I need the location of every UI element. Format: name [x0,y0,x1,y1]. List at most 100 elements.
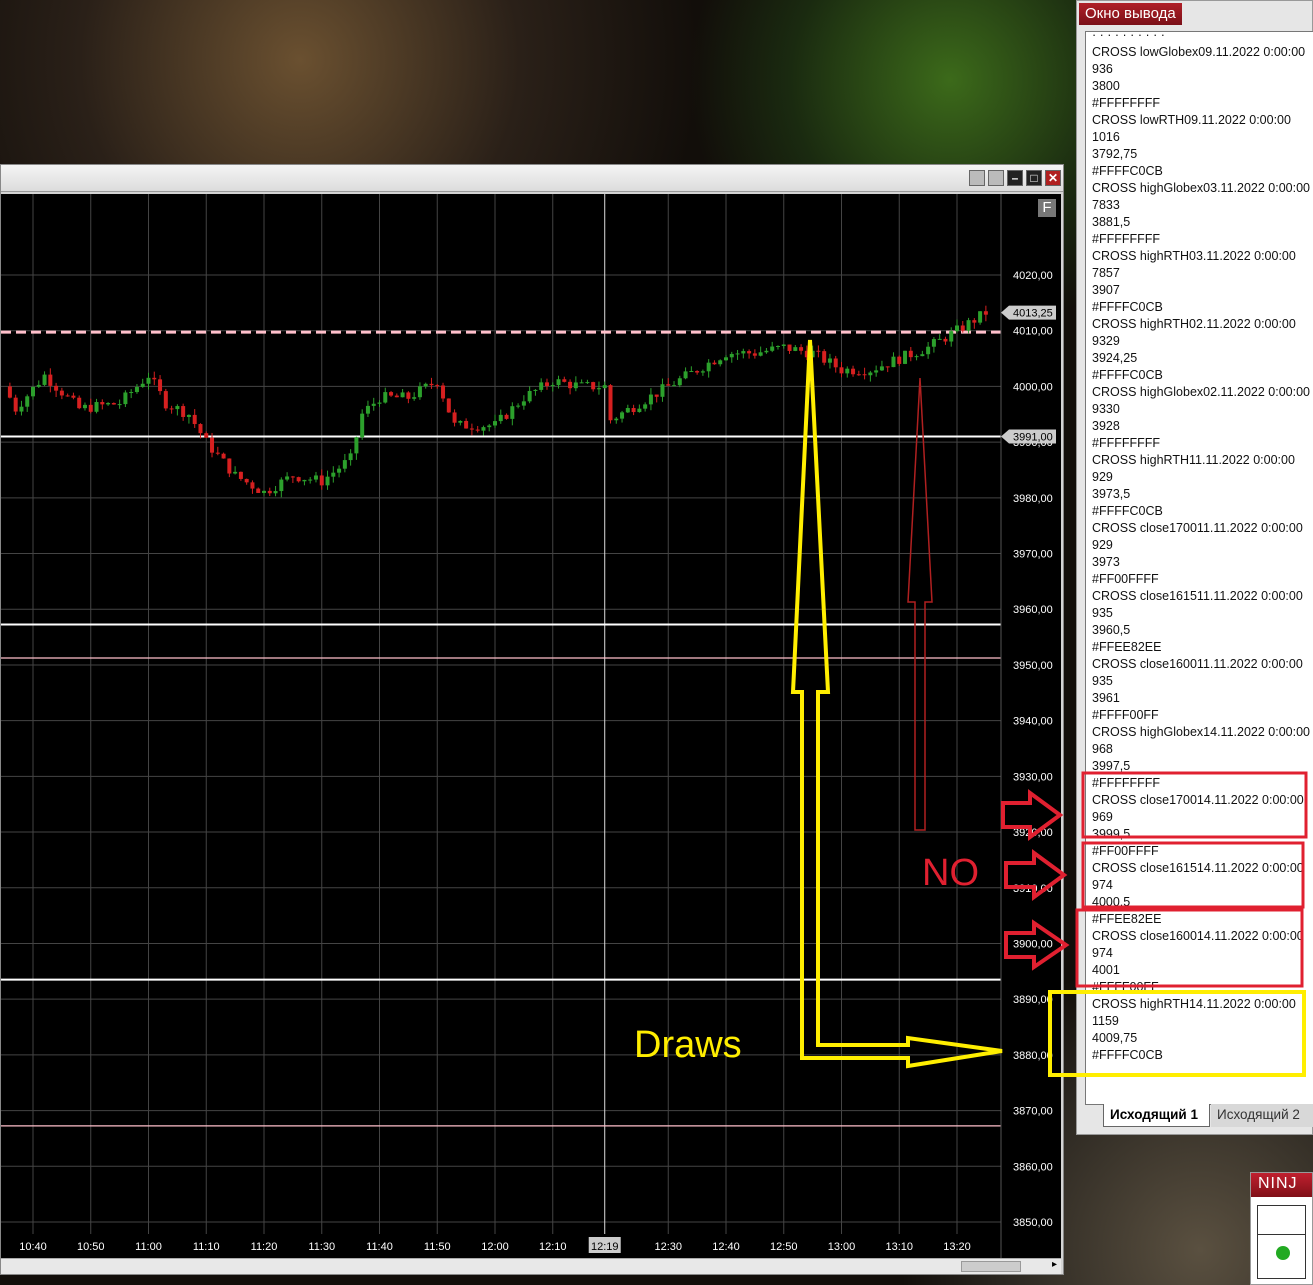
output-line: CROSS close161511.11.2022 0:00:00 [1092,589,1303,603]
chart-canvas: 4020,004010,004000,003990,003980,003970,… [1,194,1056,1258]
window-button[interactable] [969,170,985,186]
candle-body [914,356,919,358]
maximize-button[interactable]: □ [1026,170,1042,186]
candle-body [210,437,215,453]
candle-body [192,414,197,425]
output-line: 1016 [1092,130,1120,144]
candle-body [856,374,861,376]
candle-body [273,491,278,494]
candle-body [874,370,879,373]
close-button[interactable]: ✕ [1045,170,1061,186]
output-line: 936 [1092,62,1113,76]
candle-body [521,401,526,406]
candle-body [752,353,757,356]
time-tick-label: 13:00 [828,1241,856,1253]
output-line: #FFFFFFFF [1092,96,1161,110]
output-line: CROSS highRTH02.11.2022 0:00:00 [1092,317,1296,331]
candle-body [152,377,157,380]
candle-body [568,381,573,389]
price-tick-label: 3970,00 [1013,549,1053,561]
price-tick-label: 4010,00 [1013,326,1053,338]
candle-body [781,344,786,346]
time-tick-label: 11:30 [308,1241,335,1253]
scroll-right-icon[interactable]: ▸ [1052,1259,1057,1270]
candle-body [903,350,908,364]
output-line: CROSS close160014.11.2022 0:00:00 [1092,929,1304,943]
candle-body [412,397,417,399]
output-line: CROSS lowGlobex09.11.2022 0:00:00 [1092,45,1306,59]
candle-body [955,325,959,332]
candle-body [891,356,896,368]
candle-body [227,458,232,474]
candle-body [464,420,469,429]
candle-body [7,386,12,398]
output-line: 3924,25 [1092,351,1138,365]
candle-body [683,371,688,379]
chart-plot[interactable]: 4020,004010,004000,003990,003980,003970,… [1,194,1061,1258]
output-line: 9330 [1092,402,1120,416]
candle-body [475,429,480,431]
output-line: CROSS close170014.11.2022 0:00:00 [1092,793,1304,807]
candle-body [452,412,457,423]
horizontal-scrollbar[interactable]: ▸ [1,1258,1061,1274]
candle-body [972,320,977,323]
candle-body [960,325,965,331]
candle-body [747,351,752,354]
candle-body [614,418,619,421]
candle-body [59,390,64,396]
connection-status-icon [1276,1246,1290,1260]
time-tick-label: 10:40 [19,1241,47,1253]
output-line: 974 [1092,878,1113,892]
time-tick-label: 12:50 [770,1241,798,1253]
candle-body [510,406,515,419]
candle-body [100,402,105,405]
time-tick-label: 10:50 [77,1241,105,1253]
output-line: #FFEE82EE [1092,640,1162,654]
price-tick-label: 3980,00 [1013,493,1053,505]
price-tick-label: 3880,00 [1013,1050,1053,1062]
candle-body [775,345,780,347]
window-button[interactable] [988,170,1004,186]
output-line: 3960,5 [1092,623,1131,637]
candle-body [822,351,827,363]
minimize-button[interactable]: – [1007,170,1023,186]
tab-output-1[interactable]: Исходящий 1 [1103,1104,1210,1127]
price-tick-label: 3910,00 [1013,883,1053,895]
price-tick-label: 3870,00 [1013,1106,1053,1118]
output-line: #FF00FFFF [1092,572,1159,586]
candle-body [279,479,284,492]
candle-body [65,395,70,397]
output-line: #FFFFC0CB [1092,300,1163,314]
candle-body [446,398,451,413]
output-line: CROSS lowRTH09.11.2022 0:00:00 [1092,113,1291,127]
candle-body [441,385,446,399]
candle-body [423,383,428,387]
scrollbar-thumb[interactable] [961,1261,1021,1272]
price-tick-label: 3850,00 [1013,1217,1053,1229]
candle-body [285,476,290,480]
output-text-area[interactable]: · · · · · · · · · · CROSS lowGlobex09.11.… [1085,31,1313,1105]
candle-body [920,354,925,357]
float-button[interactable]: F [1038,199,1056,217]
candle-body [620,412,625,419]
output-line: CROSS highRTH11.11.2022 0:00:00 [1092,453,1295,467]
chart-title-bar[interactable]: – □ ✕ [1,165,1063,192]
candle-body [134,386,139,393]
candle-body [267,490,272,494]
ninja-title: NINJ [1251,1173,1312,1197]
output-line: #FFFF00FF [1092,980,1159,994]
candle-body [48,374,53,386]
candle-body [908,350,913,358]
candle-body [233,471,238,474]
output-line: CROSS highRTH03.11.2022 0:00:00 [1092,249,1296,263]
tab-output-2[interactable]: Исходящий 2 [1211,1104,1313,1127]
candle-body [290,476,295,478]
candle-body [325,476,330,486]
output-line: 3997,5 [1092,759,1131,773]
candle-body [591,382,596,390]
output-line: 929 [1092,538,1113,552]
candle-body [111,403,116,405]
candle-body [244,478,249,483]
output-line: #FFFFFFFF [1092,436,1161,450]
candle-body [654,394,659,397]
